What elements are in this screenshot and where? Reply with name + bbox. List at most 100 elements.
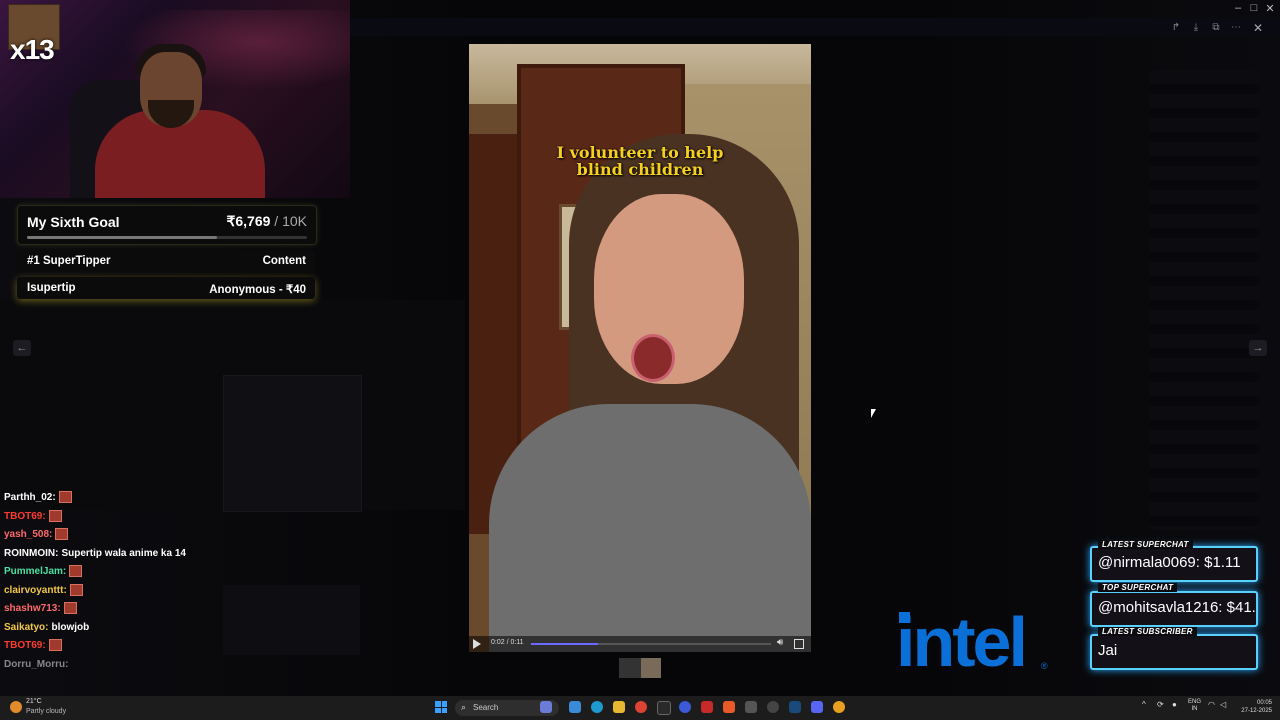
background-sidebar bbox=[1150, 70, 1260, 530]
system-clock[interactable]: 00:05 27-12-2025 bbox=[1238, 699, 1272, 715]
microphone-icon[interactable]: ● bbox=[1172, 700, 1177, 709]
top-superchat-value: @mohitsavla1216: $41.47 bbox=[1098, 599, 1258, 616]
latest-superchat-value: @nirmala0069: $1.11 bbox=[1098, 554, 1241, 571]
previous-arrow-icon[interactable]: ← bbox=[13, 340, 31, 356]
chat-message: Saikatyo: blowjob bbox=[4, 619, 424, 638]
search-icon: ⌕ bbox=[461, 702, 467, 712]
top-superchat-label: TOP SUPERCHAT bbox=[1098, 583, 1178, 592]
chat-emote-icon bbox=[69, 583, 83, 596]
app-icon[interactable] bbox=[679, 701, 691, 713]
chat-username[interactable]: PummelJam: bbox=[4, 566, 66, 577]
chat-emote-icon bbox=[69, 565, 83, 578]
app-icon-red[interactable] bbox=[701, 701, 713, 713]
chat-message: Parthh_02: bbox=[4, 489, 424, 508]
close-window-icon[interactable]: ✕ bbox=[1260, 2, 1280, 15]
latest-superchat-label: LATEST SUPERCHAT bbox=[1098, 540, 1193, 549]
viewer-close-icon[interactable]: ✕ bbox=[1250, 20, 1266, 36]
video-caption: I volunteer to help blind children bbox=[469, 144, 811, 178]
settings-icon[interactable] bbox=[767, 701, 779, 713]
chat-username[interactable]: ROINMOIN: bbox=[4, 548, 58, 559]
mouse-cursor-icon bbox=[871, 409, 876, 418]
obs-icon[interactable] bbox=[657, 701, 671, 715]
steam-icon[interactable] bbox=[789, 701, 801, 713]
chat-text: blowjob bbox=[51, 621, 90, 633]
video-player[interactable]: I volunteer to help blind children bbox=[469, 44, 811, 652]
latest-subscriber-label: LATEST SUBSCRIBER bbox=[1098, 627, 1197, 636]
intel-logo: intel bbox=[896, 603, 1028, 681]
seek-progress bbox=[531, 643, 599, 645]
goal-widget: My Sixth Goal ₹6,769 / 10K bbox=[17, 205, 317, 245]
chat-emote-icon bbox=[63, 602, 77, 615]
media-thumbnail-strip[interactable] bbox=[619, 658, 661, 678]
tray-sync-icon[interactable]: ⟳ bbox=[1157, 700, 1164, 709]
woman-mouth bbox=[631, 334, 675, 382]
taskbar: 21°C Partly cloudy ⌕ Search ^ ⟳ ● ENG IN… bbox=[0, 696, 1280, 720]
chat-emote-icon bbox=[48, 509, 62, 522]
language-indicator[interactable]: ENG IN bbox=[1188, 699, 1201, 713]
volume-tray-icon[interactable]: ◁ bbox=[1220, 700, 1226, 709]
viewer-toolbar: ↱ ⤓ ⧉ ⋯ bbox=[1168, 20, 1244, 36]
clock-date: 27-12-2025 bbox=[1241, 708, 1272, 714]
region-code: IN bbox=[1191, 706, 1198, 712]
chrome-icon[interactable] bbox=[635, 701, 647, 713]
supertip-value: Anonymous - ₹40 bbox=[209, 284, 306, 296]
search-placeholder: Search bbox=[473, 703, 499, 712]
media-thumbnail[interactable] bbox=[641, 658, 661, 678]
chat-overlay: Parthh_02: TBOT69: yash_508: ROINMOIN: Super… bbox=[4, 489, 424, 674]
goal-amount: ₹6,769 / 10K bbox=[226, 213, 307, 230]
chat-username[interactable]: Saikatyo: bbox=[4, 622, 48, 633]
goal-progress-track bbox=[27, 236, 307, 239]
chat-username[interactable]: TBOT69: bbox=[4, 511, 46, 522]
woman-sweater bbox=[489, 404, 811, 652]
more-icon[interactable]: ⋯ bbox=[1228, 20, 1244, 36]
chat-message: PummelJam: bbox=[4, 563, 424, 582]
windows-start-icon[interactable] bbox=[435, 701, 447, 713]
chat-emote-icon bbox=[55, 528, 69, 541]
language-code: ENG bbox=[1188, 699, 1202, 705]
volume-icon[interactable]: 🔊︎ bbox=[777, 637, 783, 648]
open-external-icon[interactable]: ⧉ bbox=[1208, 20, 1224, 36]
chat-emote-icon bbox=[48, 639, 62, 652]
widgets-icon[interactable] bbox=[540, 701, 552, 713]
chat-emote-icon bbox=[58, 491, 72, 504]
chat-message: shashw713: bbox=[4, 600, 424, 619]
keyboard-icon[interactable] bbox=[745, 701, 757, 713]
supertip-label: Isupertip bbox=[27, 282, 76, 294]
tray-overflow-icon[interactable]: ^ bbox=[1142, 700, 1146, 709]
play-icon[interactable] bbox=[473, 639, 481, 649]
chrome-canary-icon[interactable] bbox=[833, 701, 845, 713]
download-icon[interactable]: ⤓ bbox=[1188, 20, 1204, 36]
video-controls: 0:02 / 0:11 🔊︎ bbox=[469, 636, 811, 652]
wifi-icon[interactable]: ◠ bbox=[1208, 700, 1215, 709]
chat-message: TBOT69: bbox=[4, 508, 424, 527]
brave-icon[interactable] bbox=[723, 701, 735, 713]
weather-icon[interactable] bbox=[10, 701, 22, 713]
chat-message: ROINMOIN: Supertip wala anime ka 14 bbox=[4, 545, 424, 564]
last-supertip-row: Isupertip Anonymous - ₹40 bbox=[17, 277, 315, 299]
browser-titlebar bbox=[350, 18, 1280, 36]
chat-username[interactable]: yash_508: bbox=[4, 529, 52, 540]
weather-temperature[interactable]: 21°C bbox=[26, 698, 42, 705]
supertipper-label: #1 SuperTipper bbox=[27, 255, 111, 267]
chat-username[interactable]: clairvoyanttt: bbox=[4, 585, 67, 596]
chat-username[interactable]: Dorru_Morru: bbox=[4, 659, 68, 670]
goal-current: ₹6,769 bbox=[226, 213, 271, 229]
copilot-icon[interactable] bbox=[569, 701, 581, 713]
fullscreen-icon[interactable] bbox=[794, 639, 804, 649]
supertipper-value: Content bbox=[262, 255, 306, 267]
next-arrow-icon[interactable]: → bbox=[1249, 340, 1267, 356]
chat-username[interactable]: shashw713: bbox=[4, 603, 61, 614]
chat-message: TBOT69: bbox=[4, 637, 424, 656]
discord-icon[interactable] bbox=[811, 701, 823, 713]
edge-icon[interactable] bbox=[591, 701, 603, 713]
file-explorer-icon[interactable] bbox=[613, 701, 625, 713]
share-icon[interactable]: ↱ bbox=[1168, 20, 1184, 36]
chat-username[interactable]: TBOT69: bbox=[4, 640, 46, 651]
top-supertipper-row: #1 SuperTipper Content bbox=[17, 250, 315, 272]
weather-description[interactable]: Partly cloudy bbox=[26, 708, 66, 715]
goal-title: My Sixth Goal bbox=[27, 214, 120, 230]
latest-subscriber-value: Jai bbox=[1098, 642, 1118, 659]
chat-username[interactable]: Parthh_02: bbox=[4, 492, 56, 503]
seek-bar[interactable] bbox=[531, 643, 771, 645]
goal-target: / 10K bbox=[274, 213, 307, 229]
